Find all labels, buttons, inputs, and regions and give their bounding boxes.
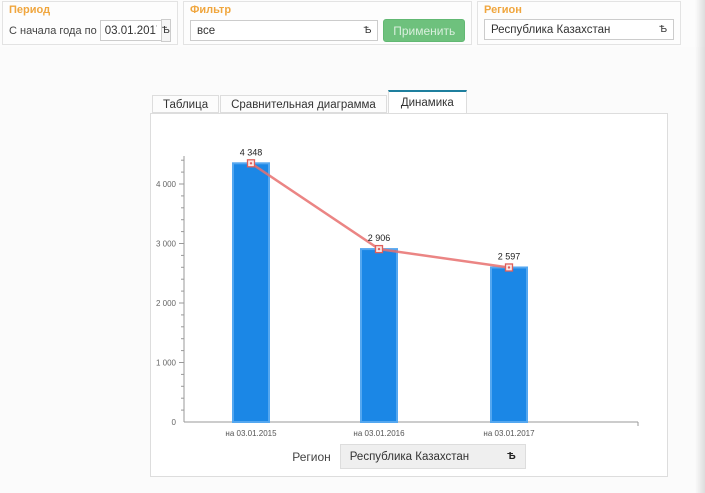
view-tabs: Таблица Сравнительная диаграмма Динамика (152, 90, 468, 113)
tab-table[interactable]: Таблица (152, 95, 219, 113)
period-date-input[interactable] (100, 20, 162, 41)
y-tick-label: 2 000 (156, 299, 177, 308)
region-picker-icon[interactable]: Ѣ (659, 24, 667, 35)
region-label: Регион (484, 5, 674, 16)
window-edge-shade (695, 0, 705, 493)
top-toolbar: Период С начала года по Ѣ Фильтр все Ѣ П… (0, 0, 705, 47)
tab-dynamics[interactable]: Динамика (388, 90, 467, 113)
filter-group: Фильтр все Ѣ Применить (183, 1, 472, 45)
value-label: 2 906 (368, 233, 391, 243)
x-category-label: на 03.01.2015 (225, 429, 277, 438)
dynamics-panel: 0 1 000 2 000 3 000 4 000 4 348 на 03.01.2015 2… (150, 113, 668, 477)
filter-picker-icon[interactable]: Ѣ (364, 25, 372, 36)
value-label: 4 348 (240, 147, 263, 157)
period-label: Период (9, 5, 171, 16)
tab-comparative-diagram[interactable]: Сравнительная диаграмма (220, 95, 387, 113)
y-tick-label: 4 000 (156, 180, 177, 189)
filter-label: Фильтр (190, 5, 465, 16)
point-marker-dot (378, 248, 380, 250)
y-tick-label: 3 000 (156, 240, 177, 249)
y-tick-label: 0 (172, 418, 177, 427)
footer-region-select[interactable]: Республика Казахстан Ѣ (340, 444, 526, 469)
x-category-label: на 03.01.2016 (353, 429, 405, 438)
period-picker-icon[interactable]: Ѣ (161, 19, 171, 42)
region-value: Республика Казахстан (491, 24, 610, 36)
period-group: Период С начала года по Ѣ (2, 1, 178, 45)
period-prefix-label: С начала года по (9, 25, 97, 37)
footer-region-value: Республика Казахстан (350, 451, 469, 463)
x-category-label: на 03.01.2017 (483, 429, 535, 438)
region-group: Регион Республика Казахстан Ѣ (477, 1, 681, 45)
point-marker-dot (250, 162, 252, 164)
filter-combobox[interactable]: все Ѣ (190, 20, 378, 41)
panel-footer: Регион Республика Казахстан Ѣ (151, 444, 667, 469)
chart-bar (361, 249, 397, 422)
region-combobox[interactable]: Республика Казахстан Ѣ (484, 19, 674, 40)
filter-value: все (197, 25, 215, 37)
apply-button[interactable]: Применить (383, 19, 465, 42)
dynamics-chart: 0 1 000 2 000 3 000 4 000 4 348 на 03.01.2015 2… (151, 114, 667, 444)
point-marker-dot (508, 266, 510, 268)
footer-region-label: Регион (292, 450, 331, 464)
chart-bar (233, 163, 269, 422)
footer-region-picker-icon[interactable]: Ѣ (507, 451, 516, 462)
y-tick-label: 1 000 (156, 359, 177, 368)
chart-bar (491, 267, 527, 422)
value-label: 2 597 (498, 251, 521, 261)
